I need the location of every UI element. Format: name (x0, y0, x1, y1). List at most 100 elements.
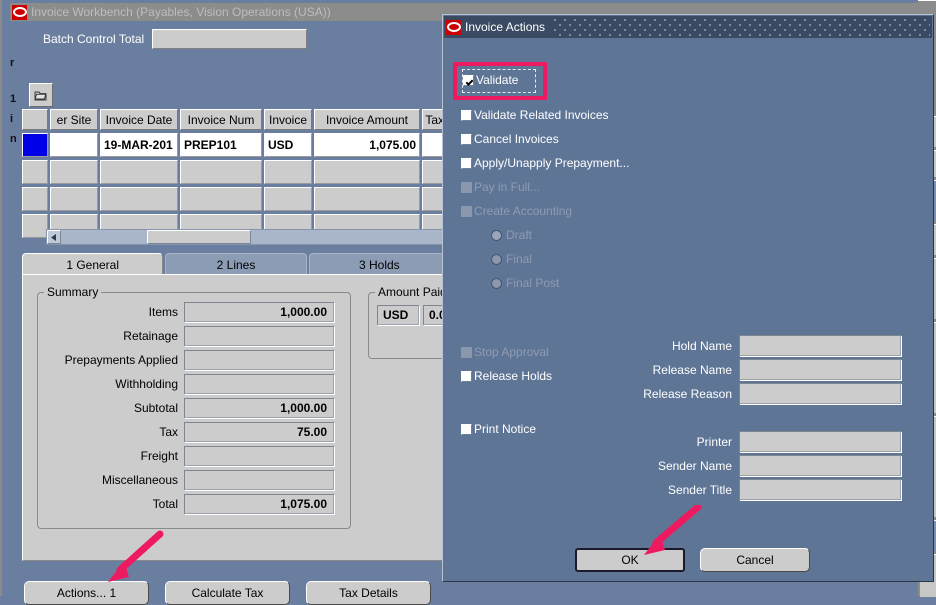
input-sender-title[interactable] (739, 479, 901, 500)
oracle-logo-icon (446, 19, 461, 35)
cell-invoice-date[interactable] (100, 160, 178, 184)
red-highlight-box (453, 62, 547, 100)
invoice-grid-header: er Site Invoice Date Invoice Num Invoice… (22, 109, 474, 130)
label-hold-name: Hold Name (671, 338, 732, 353)
checkbox-stop-approval: Stop Approval (444, 341, 549, 363)
cancel-button[interactable]: Cancel (700, 548, 810, 572)
cell-currency[interactable]: USD (264, 133, 312, 157)
table-row[interactable]: 19-MAR-201 PREP101 USD 1,075.00 75 (22, 133, 474, 157)
summary-label: Total (152, 497, 178, 511)
input-printer[interactable] (739, 431, 901, 452)
checkbox-icon-validate-related-invoices[interactable] (461, 109, 472, 121)
grid-horizontal-scrollbar[interactable] (46, 229, 452, 245)
summary-label: Prepayments Applied (64, 353, 178, 367)
label-release-reason: Release Reason (643, 386, 732, 401)
invoice-actions-dialog: Invoice Actions Validate Validate Relate… (442, 14, 934, 582)
grid-header-invoice-currency[interactable]: Invoice (264, 109, 312, 130)
label-sender-name: Sender Name (657, 458, 732, 473)
tab-holds[interactable]: 3 Holds (308, 253, 450, 275)
radio-final-post: Final Post (444, 272, 559, 294)
input-release-name[interactable] (739, 359, 901, 380)
input-release-reason[interactable] (739, 383, 901, 404)
checkbox-apply-unapply-prepayment[interactable]: Apply/Unapply Prepayment... (444, 152, 629, 174)
radio-icon-draft (491, 229, 502, 241)
summary-value-prepayments-applied[interactable] (184, 350, 334, 370)
checkbox-label-print-notice: Print Notice (474, 422, 537, 436)
checkbox-icon-release-holds[interactable] (461, 370, 472, 382)
cell-invoice-num[interactable] (180, 160, 262, 184)
checkbox-icon-cancel-invoices[interactable] (461, 133, 472, 145)
radio-draft: Draft (444, 224, 532, 246)
field-release-reason: Release Reason (624, 383, 901, 404)
grid-header-selector[interactable] (22, 109, 48, 130)
cell-invoice-date[interactable]: 19-MAR-201 (100, 133, 178, 157)
checkbox-print-notice[interactable]: Print Notice (444, 418, 536, 440)
checkbox-validate-related-invoices[interactable]: Validate Related Invoices (444, 104, 609, 126)
grid-header-invoice-date[interactable]: Invoice Date (100, 109, 178, 130)
checkbox-cancel-invoices[interactable]: Cancel Invoices (444, 128, 559, 150)
amount-paid-currency[interactable]: USD (377, 305, 419, 325)
cell-site[interactable] (50, 187, 98, 211)
table-row[interactable] (22, 187, 474, 211)
cell-site[interactable] (50, 133, 98, 157)
oracle-logo-icon (12, 4, 27, 20)
checkbox-icon-apply-unapply-prepayment[interactable] (461, 157, 472, 169)
summary-value-freight[interactable] (184, 446, 334, 466)
row-selector[interactable] (22, 214, 48, 238)
ok-button[interactable]: OK (575, 548, 685, 572)
form-button-bar: Actions... 1 Calculate Tax Tax Details (24, 581, 431, 605)
cell-invoice-num[interactable] (180, 187, 262, 211)
summary-label: Subtotal (133, 401, 178, 415)
cell-invoice-amount[interactable]: 1,075.00 (314, 133, 420, 157)
row-selector[interactable] (22, 160, 48, 184)
input-sender-name[interactable] (739, 455, 901, 476)
tab-general[interactable]: 1 General (22, 253, 164, 275)
calculate-tax-button[interactable]: Calculate Tax (165, 581, 290, 605)
open-folder-icon[interactable] (29, 83, 53, 107)
summary-value-subtotal[interactable]: 1,000.00 (184, 398, 334, 418)
summary-value-total[interactable]: 1,075.00 (184, 494, 334, 514)
cell-invoice-amount[interactable] (314, 160, 420, 184)
summary-value-miscellaneous[interactable] (184, 470, 334, 490)
scroll-left-icon[interactable] (47, 230, 61, 244)
tab-lines[interactable]: 2 Lines (165, 253, 307, 275)
summary-label: Freight (140, 449, 178, 463)
tab-bar[interactable]: 1 General 2 Lines 3 Holds (22, 253, 452, 275)
grid-header-site[interactable]: er Site (50, 109, 98, 130)
cell-currency[interactable] (264, 160, 312, 184)
grid-header-invoice-num[interactable]: Invoice Num (180, 109, 262, 130)
radio-label-draft: Draft (506, 228, 533, 242)
batch-control-total-group: Batch Control Total (43, 29, 308, 49)
checkbox-label-stop-approval: Stop Approval (474, 345, 549, 359)
cell-invoice-amount[interactable] (314, 187, 420, 211)
label-printer: Printer (696, 434, 732, 449)
cell-site[interactable] (50, 160, 98, 184)
scrollbar-thumb[interactable] (147, 230, 251, 244)
row-selector[interactable] (22, 187, 48, 211)
grid-header-invoice-amount[interactable]: Invoice Amount (314, 109, 420, 130)
batch-control-total-input[interactable] (152, 29, 308, 49)
actions-button[interactable]: Actions... 1 (24, 581, 149, 605)
summary-label: Items (148, 305, 178, 319)
field-sender-name: Sender Name (624, 455, 901, 476)
dialog-titlebar[interactable]: Invoice Actions (444, 16, 932, 38)
checkbox-icon-print-notice[interactable] (461, 423, 472, 435)
cell-currency[interactable] (264, 187, 312, 211)
row-selector[interactable] (22, 133, 48, 157)
input-hold-name[interactable] (739, 335, 901, 356)
label-release-name: Release Name (652, 362, 732, 377)
cell-invoice-num[interactable]: PREP101 (180, 133, 262, 157)
checkbox-label-create-accounting: Create Accounting (474, 204, 573, 218)
summary-value-tax[interactable]: 75.00 (184, 422, 334, 442)
checkbox-release-holds[interactable]: Release Holds (444, 365, 552, 387)
triangle-left-glyph (50, 233, 56, 241)
checkbox-icon-create-accounting (461, 205, 472, 217)
summary-value-items[interactable]: 1,000.00 (184, 302, 334, 322)
invoice-grid[interactable]: er Site Invoice Date Invoice Num Invoice… (22, 109, 474, 238)
summary-value-withholding[interactable] (184, 374, 334, 394)
table-row[interactable] (22, 160, 474, 184)
summary-value-retainage[interactable] (184, 326, 334, 346)
checkbox-pay-in-full: Pay in Full... (444, 176, 540, 198)
tax-details-button[interactable]: Tax Details (306, 581, 431, 605)
cell-invoice-date[interactable] (100, 187, 178, 211)
